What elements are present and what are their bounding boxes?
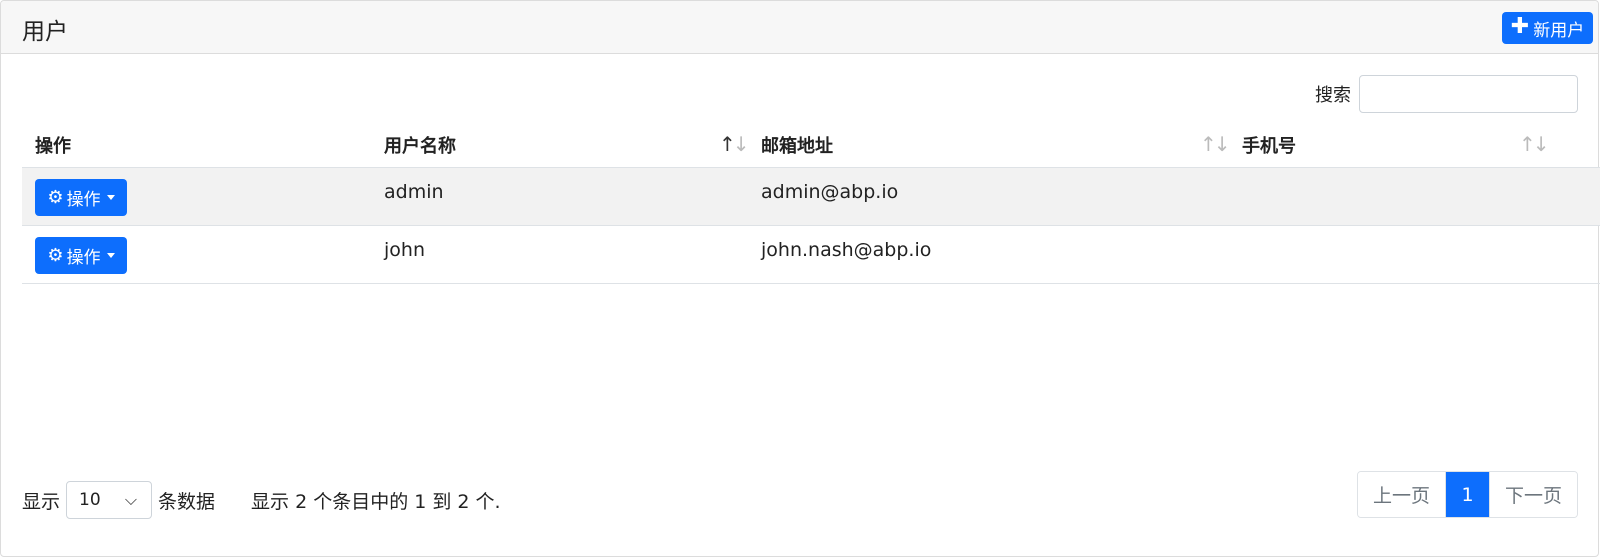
gear-icon: ⚙ <box>47 186 64 208</box>
column-header-actions: 操作 <box>35 136 71 157</box>
previous-page-button[interactable]: 上一页 <box>1358 472 1446 517</box>
page-size-select[interactable]: 10 ⌵ <box>66 481 153 519</box>
show-label: 显示 <box>22 490 61 513</box>
search-input[interactable] <box>1359 75 1578 113</box>
new-user-button[interactable]: ✚ 新用户 <box>1502 12 1593 44</box>
table-info: 显示 2 个条目中的 1 到 2 个. <box>251 490 501 513</box>
gear-icon: ⚙ <box>47 244 64 266</box>
users-table: 操作 用户名称 ↑↓ 邮箱地址 ↑↓ 手机号 ↑↓ ⚙ 操作 admin adm… <box>22 122 1600 284</box>
page-size-value: 10 <box>79 490 101 510</box>
sort-asc-icon[interactable]: ↑↓ <box>719 132 749 156</box>
chevron-down-icon: ⌵ <box>124 490 138 509</box>
caret-down-icon <box>106 195 115 200</box>
caret-down-icon <box>106 253 115 258</box>
column-header-label: 用户名称 <box>384 136 456 157</box>
actions-dropdown-button[interactable]: ⚙ 操作 <box>35 237 127 274</box>
username-cell: john <box>384 239 425 261</box>
page-1-button[interactable]: 1 <box>1446 472 1489 517</box>
search-area: 搜索 <box>1315 75 1578 113</box>
sort-icon[interactable]: ↑↓ <box>1200 132 1230 156</box>
actions-label: 操作 <box>66 190 101 210</box>
actions-dropdown-button[interactable]: ⚙ 操作 <box>35 179 127 216</box>
table-row: ⚙ 操作 john john.nash@abp.io <box>22 226 1600 284</box>
search-label: 搜索 <box>1315 85 1351 106</box>
pagination: 上一页 1 下一页 <box>1357 471 1578 518</box>
table-header: 操作 用户名称 ↑↓ 邮箱地址 ↑↓ 手机号 ↑↓ <box>22 122 1600 168</box>
email-cell: admin@abp.io <box>761 181 899 203</box>
actions-label: 操作 <box>66 248 101 268</box>
column-header-email[interactable]: 邮箱地址 <box>761 122 1241 168</box>
username-cell: admin <box>384 181 444 203</box>
column-header-label: 手机号 <box>1242 136 1296 157</box>
column-header-phone[interactable]: 手机号 <box>1242 122 1562 168</box>
next-page-button[interactable]: 下一页 <box>1489 472 1577 517</box>
sort-icon[interactable]: ↑↓ <box>1519 132 1549 156</box>
column-header-username[interactable]: 用户名称 <box>384 122 761 168</box>
users-card: 用户 ✚ 新用户 搜索 操作 用户名称 ↑↓ 邮箱地址 ↑↓ 手机号 ↑↓ ⚙ … <box>0 0 1600 557</box>
column-header-label: 邮箱地址 <box>761 136 833 157</box>
new-user-label: 新用户 <box>1533 20 1585 41</box>
card-header: 用户 ✚ 新用户 <box>1 1 1598 54</box>
table-row: ⚙ 操作 admin admin@abp.io <box>22 168 1600 226</box>
email-cell: john.nash@abp.io <box>761 239 932 261</box>
plus-icon: ✚ <box>1510 14 1530 39</box>
page-title: 用户 <box>22 19 68 45</box>
table-footer: 显示 10 ⌵ 条数据 显示 2 个条目中的 1 到 2 个. <box>22 481 501 519</box>
entries-label: 条数据 <box>158 490 216 513</box>
